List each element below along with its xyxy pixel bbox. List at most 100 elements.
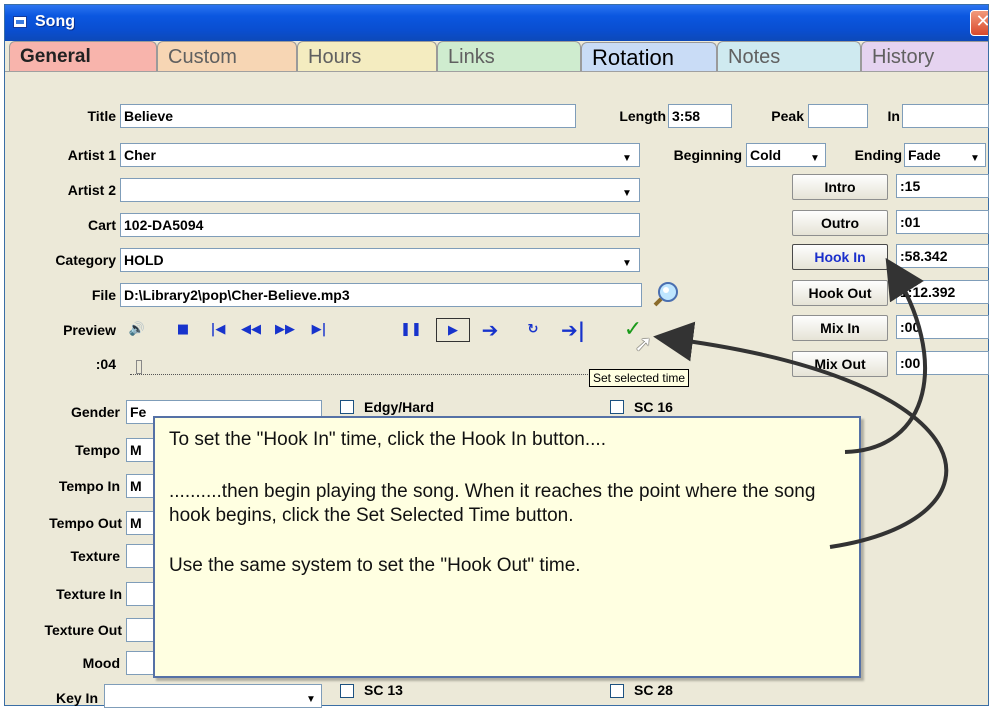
tab-hours[interactable]: Hours <box>297 41 437 71</box>
length-field[interactable]: 3:58 <box>668 104 732 128</box>
peak-field[interactable] <box>808 104 868 128</box>
texture-out-select[interactable] <box>126 618 154 642</box>
tempo-in-select[interactable]: M <box>126 474 154 498</box>
callout-line-3: Use the same system to set the "Hook Out… <box>169 555 581 576</box>
ending-value: Fade <box>908 147 941 163</box>
stop-icon[interactable]: ■ <box>170 318 196 342</box>
go-to-end-icon[interactable]: ➔| <box>560 318 586 342</box>
tempo-in-label: Tempo In <box>58 478 120 494</box>
skip-end-icon[interactable]: ▶| <box>306 318 332 342</box>
intro-button[interactable]: Intro <box>792 174 888 200</box>
fast-forward-icon[interactable]: ▶▶ <box>272 318 298 342</box>
mix-in-field[interactable]: :00 <box>896 315 989 339</box>
mood-select[interactable] <box>126 651 154 675</box>
tab-rotation[interactable]: Rotation <box>581 42 717 72</box>
in-field[interactable] <box>902 104 989 128</box>
key-in-label: Key In <box>55 690 98 706</box>
sc16-label: SC 16 <box>634 399 673 415</box>
category-value: HOLD <box>124 252 164 268</box>
hook-out-button[interactable]: Hook Out <box>792 280 888 306</box>
cursor-icon: ➚ <box>634 332 653 357</box>
edgy-hard-label: Edgy/Hard <box>364 399 435 415</box>
artist2-label: Artist 2 <box>67 182 116 198</box>
cart-field[interactable]: 102-DA5094 <box>120 213 640 237</box>
sc13-checkbox[interactable] <box>340 684 354 698</box>
window-title: Song <box>35 13 75 30</box>
tab-general[interactable]: General <box>9 41 157 71</box>
texture-out-label: Texture Out <box>44 622 122 638</box>
sc28-checkbox[interactable] <box>610 684 624 698</box>
category-label: Category <box>55 252 116 268</box>
position-label: :04 <box>95 356 116 372</box>
length-label: Length <box>619 108 666 124</box>
tab-history[interactable]: History <box>861 41 988 71</box>
window-app-icon <box>13 16 27 28</box>
chevron-down-icon[interactable] <box>619 182 635 201</box>
artist1-label: Artist 1 <box>67 147 116 163</box>
mix-out-button[interactable]: Mix Out <box>792 351 888 377</box>
texture-in-label: Texture In <box>56 586 122 602</box>
hook-in-field[interactable]: :58.342 <box>896 244 989 268</box>
set-selected-time-tooltip: Set selected time <box>589 369 690 387</box>
texture-select[interactable] <box>126 544 154 568</box>
tempo-out-label: Tempo Out <box>49 515 122 531</box>
chevron-down-icon[interactable] <box>619 147 635 166</box>
speaker-icon[interactable]: 🔊 <box>124 318 150 342</box>
position-slider-track[interactable] <box>130 371 590 375</box>
outro-field[interactable]: :01 <box>896 210 989 234</box>
callout-line-2: ..........then begin playing the song. W… <box>169 481 816 526</box>
callout-line-1: To set the "Hook In" time, click the Hoo… <box>169 429 606 450</box>
file-label: File <box>91 287 116 303</box>
title-label: Title <box>87 108 116 124</box>
sc16-checkbox[interactable] <box>610 400 624 414</box>
search-icon[interactable] <box>650 280 684 308</box>
title-bar: Song ✕ <box>5 5 988 41</box>
loop-icon[interactable]: ↻ <box>520 318 546 342</box>
texture-label: Texture <box>70 548 120 564</box>
outro-button[interactable]: Outro <box>792 210 888 236</box>
artist2-select[interactable] <box>120 178 640 202</box>
pause-icon[interactable]: ❚❚ <box>398 318 424 342</box>
tempo-select[interactable]: M <box>126 438 154 462</box>
beginning-select[interactable]: Cold <box>746 143 826 167</box>
beginning-value: Cold <box>750 147 782 163</box>
ending-select[interactable]: Fade <box>904 143 986 167</box>
gender-label: Gender <box>70 404 120 420</box>
tempo-out-select[interactable]: M <box>126 511 154 535</box>
tab-custom[interactable]: Custom <box>157 41 297 71</box>
tempo-label: Tempo <box>75 442 120 458</box>
sc28-label: SC 28 <box>634 682 673 698</box>
key-in-select[interactable] <box>104 684 322 708</box>
peak-label: Peak <box>771 108 804 124</box>
cart-label: Cart <box>87 217 116 233</box>
mix-in-button[interactable]: Mix In <box>792 315 888 341</box>
instruction-callout: To set the "Hook In" time, click the Hoo… <box>153 416 861 678</box>
chevron-down-icon[interactable] <box>807 147 823 166</box>
tab-links[interactable]: Links <box>437 41 581 71</box>
chevron-down-icon[interactable] <box>619 252 635 271</box>
hook-out-field[interactable]: 1:12.392 <box>896 280 989 304</box>
position-slider-thumb[interactable] <box>136 360 142 374</box>
file-field[interactable]: D:\Library2\pop\Cher-Believe.mp3 <box>120 283 642 307</box>
title-field[interactable]: Believe <box>120 104 576 128</box>
play-selection-icon[interactable]: ▶ <box>436 318 470 342</box>
preview-label: Preview <box>63 322 116 338</box>
jump-to-icon[interactable]: ➔ <box>477 318 503 342</box>
mood-label: Mood <box>82 655 120 671</box>
close-button[interactable]: ✕ <box>970 10 988 36</box>
texture-in-select[interactable] <box>126 582 154 606</box>
intro-field[interactable]: :15 <box>896 174 989 198</box>
beginning-label: Beginning <box>673 147 742 163</box>
tab-notes[interactable]: Notes <box>717 41 861 71</box>
mix-out-field[interactable]: :00 <box>896 351 989 375</box>
chevron-down-icon[interactable] <box>967 147 983 166</box>
artist1-select[interactable]: Cher <box>120 143 640 167</box>
sc13-label: SC 13 <box>364 682 403 698</box>
edgy-hard-checkbox[interactable] <box>340 400 354 414</box>
category-select[interactable]: HOLD <box>120 248 640 272</box>
rewind-icon[interactable]: ◀◀ <box>238 318 264 342</box>
chevron-down-icon[interactable] <box>303 688 319 707</box>
hook-in-button[interactable]: Hook In <box>792 244 888 270</box>
in-label: In <box>887 108 900 124</box>
skip-start-icon[interactable]: |◀ <box>205 318 231 342</box>
